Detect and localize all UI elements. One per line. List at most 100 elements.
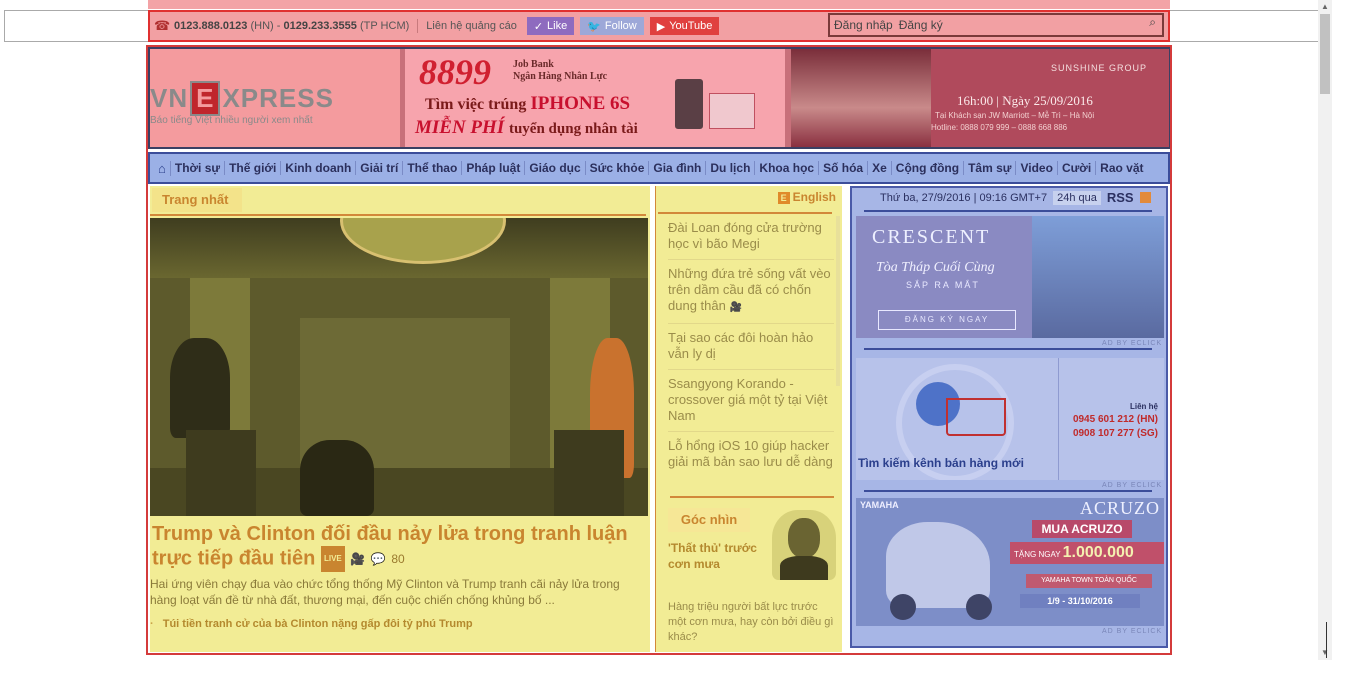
topbar: ☎ 0123.888.0123 (HN) - 0129.233.3555 (TP… — [148, 10, 1170, 42]
scroll-down-icon[interactable]: ▼ — [1318, 646, 1332, 660]
ad-by-eclick-label: AD BY ECLICK — [1102, 628, 1163, 635]
twitter-bird-icon: 🐦 — [587, 20, 601, 33]
current-date: Thứ ba, 27/9/2016 | 09:16 GMT+7 — [880, 191, 1048, 204]
podium-left — [186, 430, 256, 516]
follow-button[interactable]: 🐦 Follow — [580, 17, 644, 35]
crescent-tagline: Tòa Tháp Cuối Cùng — [876, 260, 995, 275]
scroll-thumb[interactable] — [1320, 14, 1330, 94]
yamaha-ad[interactable]: YAMAHA ACRUZO MUA ACRUZO TẶNG NGAY 1.000… — [856, 498, 1164, 626]
news-list-column: E English Đài Loan đóng cửa trường học vì… — [656, 186, 842, 652]
related-link[interactable]: · Túi tiền tranh cử của bà Clinton nặng … — [150, 618, 473, 630]
play-icon: ▶ — [656, 20, 666, 33]
vnexpress-logo[interactable]: VN E XPRESS — [150, 81, 334, 116]
nav-item-khoa-hoc[interactable]: Khoa học — [755, 161, 820, 175]
nav-item-du-lich[interactable]: Du lịch — [706, 161, 756, 175]
list-item-text[interactable]: Những đứa trẻ sống vất vèo trên dầm cầu … — [668, 266, 831, 313]
jobbank-line2-suffix: tuyển dụng nhân tài — [508, 121, 638, 137]
hero-headline[interactable]: Trump và Clinton đối đầu nảy lửa trong t… — [152, 522, 646, 572]
24h-link[interactable]: 24h qua — [1053, 190, 1101, 205]
sales-caption: Tìm kiếm kênh bán hàng mới — [858, 456, 1024, 470]
hero-headline-text[interactable]: Trump và Clinton đối đầu nảy lửa trong t… — [152, 523, 628, 569]
section-underline — [150, 214, 646, 216]
list-item[interactable]: Tại sao các đôi hoàn hảo vẫn ly dị — [668, 328, 834, 370]
register-link[interactable]: Đăng ký — [899, 18, 943, 32]
nav-item-the-thao[interactable]: Thể thao — [403, 161, 463, 175]
bullet-icon: · — [150, 618, 154, 630]
jobbank-sub2: Ngân Hàng Nhân Lực — [513, 71, 608, 82]
jobbank-line1-highlight: IPHONE 6S — [530, 93, 631, 114]
news-list: Đài Loan đóng cửa trường học vì bão Megi… — [668, 218, 834, 481]
search-input[interactable] — [952, 16, 1148, 36]
english-e-icon: E — [777, 192, 790, 204]
english-link[interactable]: E English — [777, 190, 836, 204]
list-item[interactable]: Lỗ hổng iOS 10 giúp hacker giải mã bản s… — [668, 436, 834, 477]
hero-image[interactable] — [150, 218, 648, 516]
youtube-label: YouTube — [669, 20, 713, 32]
home-icon[interactable]: ⌂ — [154, 160, 171, 176]
contact-label: Liên hệ — [1129, 402, 1158, 411]
sunshine-banner[interactable]: SUNSHINE GROUP 16h:00 | Ngày 25/09/2016 … — [791, 49, 1169, 147]
section-tab-trang-nhat[interactable]: Trang nhất — [152, 188, 243, 212]
nav-item-video[interactable]: Video — [1016, 161, 1058, 175]
search-icon[interactable]: ⌕ — [1149, 15, 1156, 30]
nav-item-tam-su[interactable]: Tâm sự — [964, 161, 1017, 175]
comment-icon[interactable]: 💬 — [371, 552, 386, 566]
gift-badge: TẶNG NGAY 1.000.000 — [1010, 542, 1164, 564]
divider — [417, 19, 419, 33]
nav-item-giai-tri[interactable]: Giải trí — [356, 161, 404, 175]
list-item[interactable]: Đài Loan đóng cửa trường học vì bão Megi — [668, 218, 834, 260]
login-link[interactable]: Đăng nhập — [834, 18, 893, 32]
gocnhin-box[interactable]: Góc nhìn 'Thất thủ' trước cơn mưa Hàng t… — [668, 506, 838, 652]
jobbank-banner[interactable]: 8899 Job Bank Ngân Hàng Nhân Lực Tìm việ… — [405, 49, 785, 147]
window-edge — [1326, 622, 1327, 658]
nav-item-cong-dong[interactable]: Cộng đồng — [892, 161, 965, 175]
nav-item-giao-duc[interactable]: Giáo dục — [525, 161, 586, 175]
nav-item-the-gioi[interactable]: Thế giới — [225, 161, 282, 175]
hotline: 0123.888.0123 (HN) - 0129.233.3555 (TP H… — [174, 20, 409, 32]
gocnhin-title[interactable]: 'Thất thủ' trước cơn mưa — [668, 540, 758, 572]
nav-item-so-hoa[interactable]: Số hóa — [819, 161, 869, 175]
sunshine-hotline: Hotline: 0888 079 999 – 0888 668 886 — [931, 123, 1068, 132]
list-item[interactable]: Ssangyong Korando - crossover giá một tỷ… — [668, 374, 834, 432]
logo-e-box: E — [190, 81, 221, 116]
laptop-image — [709, 93, 755, 129]
related-link-text[interactable]: Túi tiền tranh cử của bà Clinton nặng gấ… — [163, 618, 473, 630]
phone-icon: ☎ — [154, 18, 171, 33]
nav-item-cuoi[interactable]: Cười — [1058, 161, 1097, 175]
page-scrollbar[interactable]: ▲ ▼ — [1318, 0, 1332, 660]
nav-item-kinh-doanh[interactable]: Kinh doanh — [281, 161, 357, 175]
nav-item-suc-khoe[interactable]: Sức khỏe — [586, 161, 650, 175]
crescent-ad[interactable]: CRESCENT Tòa Tháp Cuối Cùng SẮP RA MẮT Đ… — [856, 216, 1164, 338]
like-button[interactable]: ✓ Like — [526, 17, 575, 35]
video-camera-icon: 🎥 — [729, 302, 742, 313]
jobbank-line1: Tìm việc trúng IPHONE 6S — [425, 93, 630, 115]
ads-contact-link[interactable]: Liên hệ quảng cáo — [426, 20, 517, 32]
hotline-hn: 0123.888.0123 — [174, 20, 248, 32]
rss-link[interactable]: RSS — [1107, 190, 1134, 205]
scroll-up-icon[interactable]: ▲ — [1318, 0, 1332, 14]
register-now-button[interactable]: ĐĂNG KÝ NGAY — [878, 310, 1016, 330]
gift-prefix: TẶNG NGAY — [1014, 550, 1061, 559]
gocnhin-tab[interactable]: Góc nhìn — [668, 508, 750, 532]
hotline-hn-tag: (HN) — [250, 20, 274, 32]
ad-divider — [864, 490, 1152, 492]
youtube-button[interactable]: ▶ YouTube — [649, 17, 720, 35]
logo-area[interactable]: VN E XPRESS Báo tiếng Việt nhiều người xem… — [150, 49, 400, 147]
list-item[interactable]: Những đứa trẻ sống vất vèo trên dầm cầu … — [668, 264, 834, 324]
phone-image — [675, 79, 703, 129]
gift-value: 1.000.000 — [1062, 544, 1134, 561]
nav-item-phap-luat[interactable]: Pháp luật — [462, 161, 526, 175]
sunshine-venue: Tại Khách sạn JW Marriott – Mễ Trì – Hà … — [935, 111, 1095, 120]
comment-count[interactable]: 80 — [391, 552, 404, 566]
nav-item-xe[interactable]: Xe — [868, 161, 892, 175]
crescent-sub: SẮP RA MẮT — [906, 280, 980, 290]
sales-channel-ad[interactable]: Tìm kiếm kênh bán hàng mới Liên hệ 0945 … — [856, 358, 1164, 480]
hero-figure-left — [170, 338, 230, 438]
shopping-cart-icon — [946, 398, 1006, 436]
top-overlay-strip — [148, 0, 1170, 9]
rss-icon[interactable] — [1139, 192, 1151, 203]
nav-item-thoi-su[interactable]: Thời sự — [171, 161, 226, 175]
nav-item-rao-vat[interactable]: Rao vặt — [1096, 161, 1147, 175]
nav-item-gia-dinh[interactable]: Gia đình — [649, 161, 707, 175]
list-scrollbar[interactable] — [836, 216, 840, 386]
